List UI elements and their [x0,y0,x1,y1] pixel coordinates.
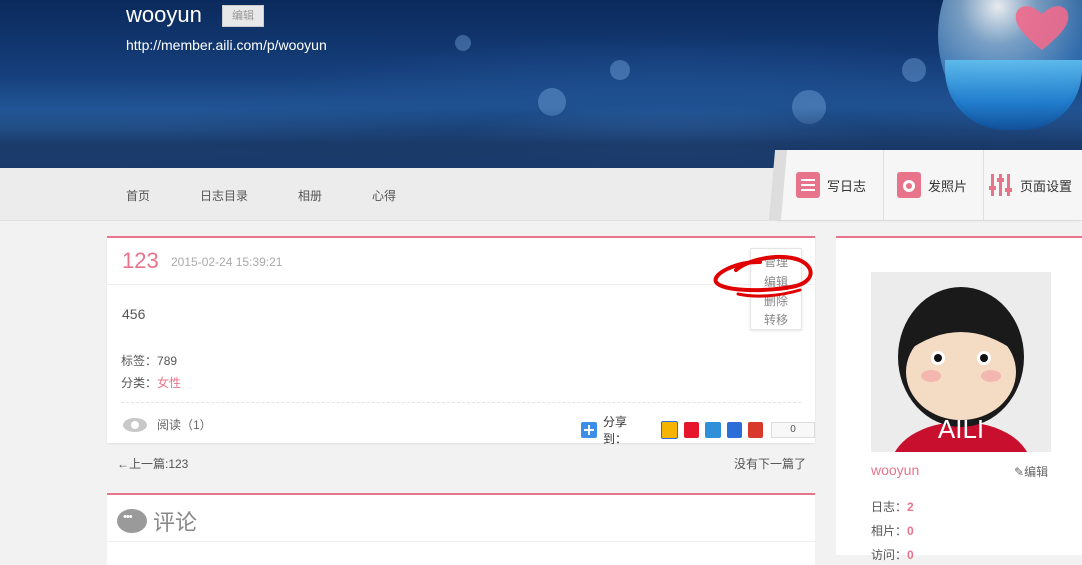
avatar-text: AILI [938,414,984,444]
menu-item-manage[interactable]: 管理 [751,253,801,270]
post-category: 分类：女性 [121,374,181,391]
eye-icon [123,417,147,432]
nav-experience[interactable]: 心得 [372,187,396,204]
renren-icon[interactable] [726,422,742,438]
manage-menu: 管理 编辑 删除 转移 [750,248,802,330]
pencil-icon: ✎ [1014,465,1025,479]
menu-item-delete[interactable]: 删除 [751,292,801,309]
comments-header: 评论 [117,505,197,537]
page-settings-label: 页面设置 [1020,178,1073,194]
category-label: 分类： [121,376,158,390]
avatar[interactable]: AILI [871,272,1051,452]
qzone-icon[interactable] [660,421,679,439]
heart-icon [1015,6,1069,50]
comments-title: 评论 [153,510,198,535]
stat-label: 相片： [871,524,908,538]
divider [121,402,801,403]
nav-album[interactable]: 相册 [298,187,322,204]
toolbar-divider [983,150,984,220]
post-card: 123 2015-02-24 15:39:21 管理 编辑 删除 转移 456 … [107,236,815,446]
share-bar: 分享到： 0 [581,413,815,447]
write-log-button[interactable]: 写日志 [796,150,866,220]
edit-profile-link[interactable]: ✎编辑 [1014,463,1048,480]
weibo-icon[interactable] [684,422,700,438]
tencent-weibo-icon[interactable] [705,422,721,438]
share-count: 0 [771,422,815,438]
action-toolbar: 写日志 发照片 页面设置 [778,150,1082,220]
share-label: 分享到： [603,415,628,446]
next-post-text: 没有下一篇了 [734,457,807,471]
document-icon [796,172,820,198]
page-settings-button[interactable]: 页面设置 [989,150,1072,220]
toolbar-divider [883,150,884,220]
profile-sidebar: AILI wooyun ✎编辑 日志：2 相片：0 访问：0 [836,236,1082,562]
nav-home[interactable]: 首页 [126,187,150,204]
tags-value[interactable]: 789 [157,354,177,368]
edit-profile-label: 编辑 [1024,465,1049,479]
sliders-icon [989,172,1013,198]
kaixin-icon[interactable] [747,422,764,438]
bokeh-light [902,58,926,82]
stat-photos: 相片：0 [871,522,914,539]
menu-item-move[interactable]: 转移 [751,311,801,328]
stat-logs: 日志：2 [871,498,914,515]
read-count: 阅读（1） [123,416,212,433]
nav-log-directory[interactable]: 日志目录 [200,187,248,204]
comment-bubble-icon [117,509,147,533]
bokeh-light [455,35,471,51]
tags-label: 标签： [121,354,158,368]
post-title[interactable]: 123 [122,248,159,274]
post-tags: 标签：789 [121,352,177,369]
plus-share-icon[interactable] [581,422,597,438]
stat-value[interactable]: 0 [907,548,914,562]
stat-value[interactable]: 0 [907,524,914,538]
stat-visits: 访问：0 [871,546,914,563]
post-body: 456 [122,306,146,322]
comments-section: 评论 [107,493,815,565]
camera-icon [897,172,921,198]
sidebar-username[interactable]: wooyun [871,462,919,478]
menu-item-edit[interactable]: 编辑 [751,273,801,290]
post-photo-button[interactable]: 发照片 [897,150,967,220]
divider [107,541,815,542]
post-photo-label: 发照片 [928,178,968,194]
post-date: 2015-02-24 15:39:21 [171,255,283,269]
stat-label: 访问： [871,548,908,562]
site-url[interactable]: http://member.aili.com/p/wooyun [126,37,327,53]
write-log-label: 写日志 [827,178,867,194]
edit-site-button[interactable]: 编辑 [222,5,264,27]
stat-label: 日志： [871,500,908,514]
stat-value[interactable]: 2 [907,500,914,514]
prev-post-link[interactable]: ←上一篇:123 [117,455,188,472]
site-name[interactable]: wooyun [126,2,202,28]
read-count-text: 阅读（1） [157,418,212,432]
post-header: 123 2015-02-24 15:39:21 [107,238,815,285]
category-value[interactable]: 女性 [157,376,181,390]
bokeh-light [610,60,630,80]
